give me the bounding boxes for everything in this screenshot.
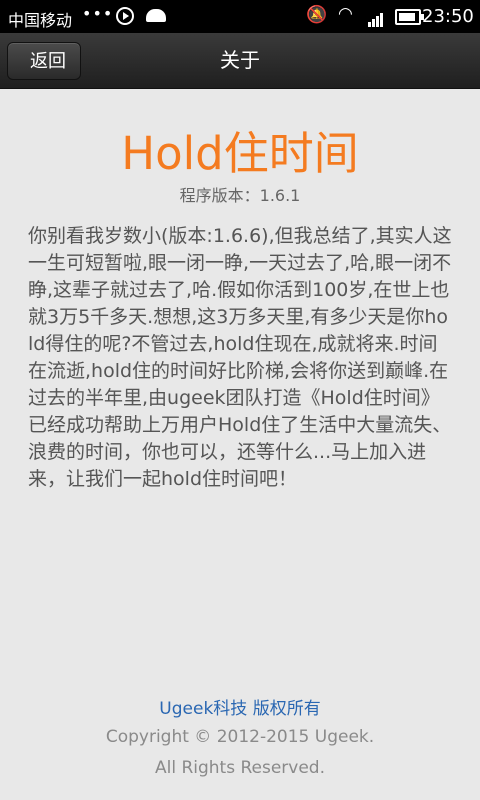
- carrier-label: 中国移动: [8, 11, 73, 30]
- back-button[interactable]: 返回: [7, 42, 81, 80]
- version-label: 程序版本：1.6.1: [179, 186, 301, 205]
- app-name: Hold住时间: [121, 127, 359, 180]
- wifi-icon: ◠: [338, 4, 353, 24]
- copyright-text: Copyright © 2012-2015 Ugeek.: [105, 727, 375, 747]
- clock: 23:50: [422, 6, 474, 27]
- status-bar: 中国移动 ••• 🔕 ◠ 23:50: [0, 0, 480, 33]
- title-bar: 关于 返回: [0, 33, 480, 89]
- mute-icon: 🔕: [306, 5, 328, 25]
- back-button-label: 返回: [30, 51, 66, 72]
- play-icon: [116, 7, 134, 25]
- notification-dots: •••: [82, 4, 114, 23]
- rights-text: All Rights Reserved.: [154, 758, 326, 778]
- android-icon: [146, 9, 166, 22]
- company-link[interactable]: Ugeek科技 版权所有: [0, 694, 480, 719]
- signal-icon: [368, 8, 384, 27]
- battery-icon: [395, 9, 424, 25]
- app-description: 你别看我岁数小(版本:1.6.6),但我总结了,其实人这一生可短暂啦,眼一闭一睁…: [28, 225, 452, 490]
